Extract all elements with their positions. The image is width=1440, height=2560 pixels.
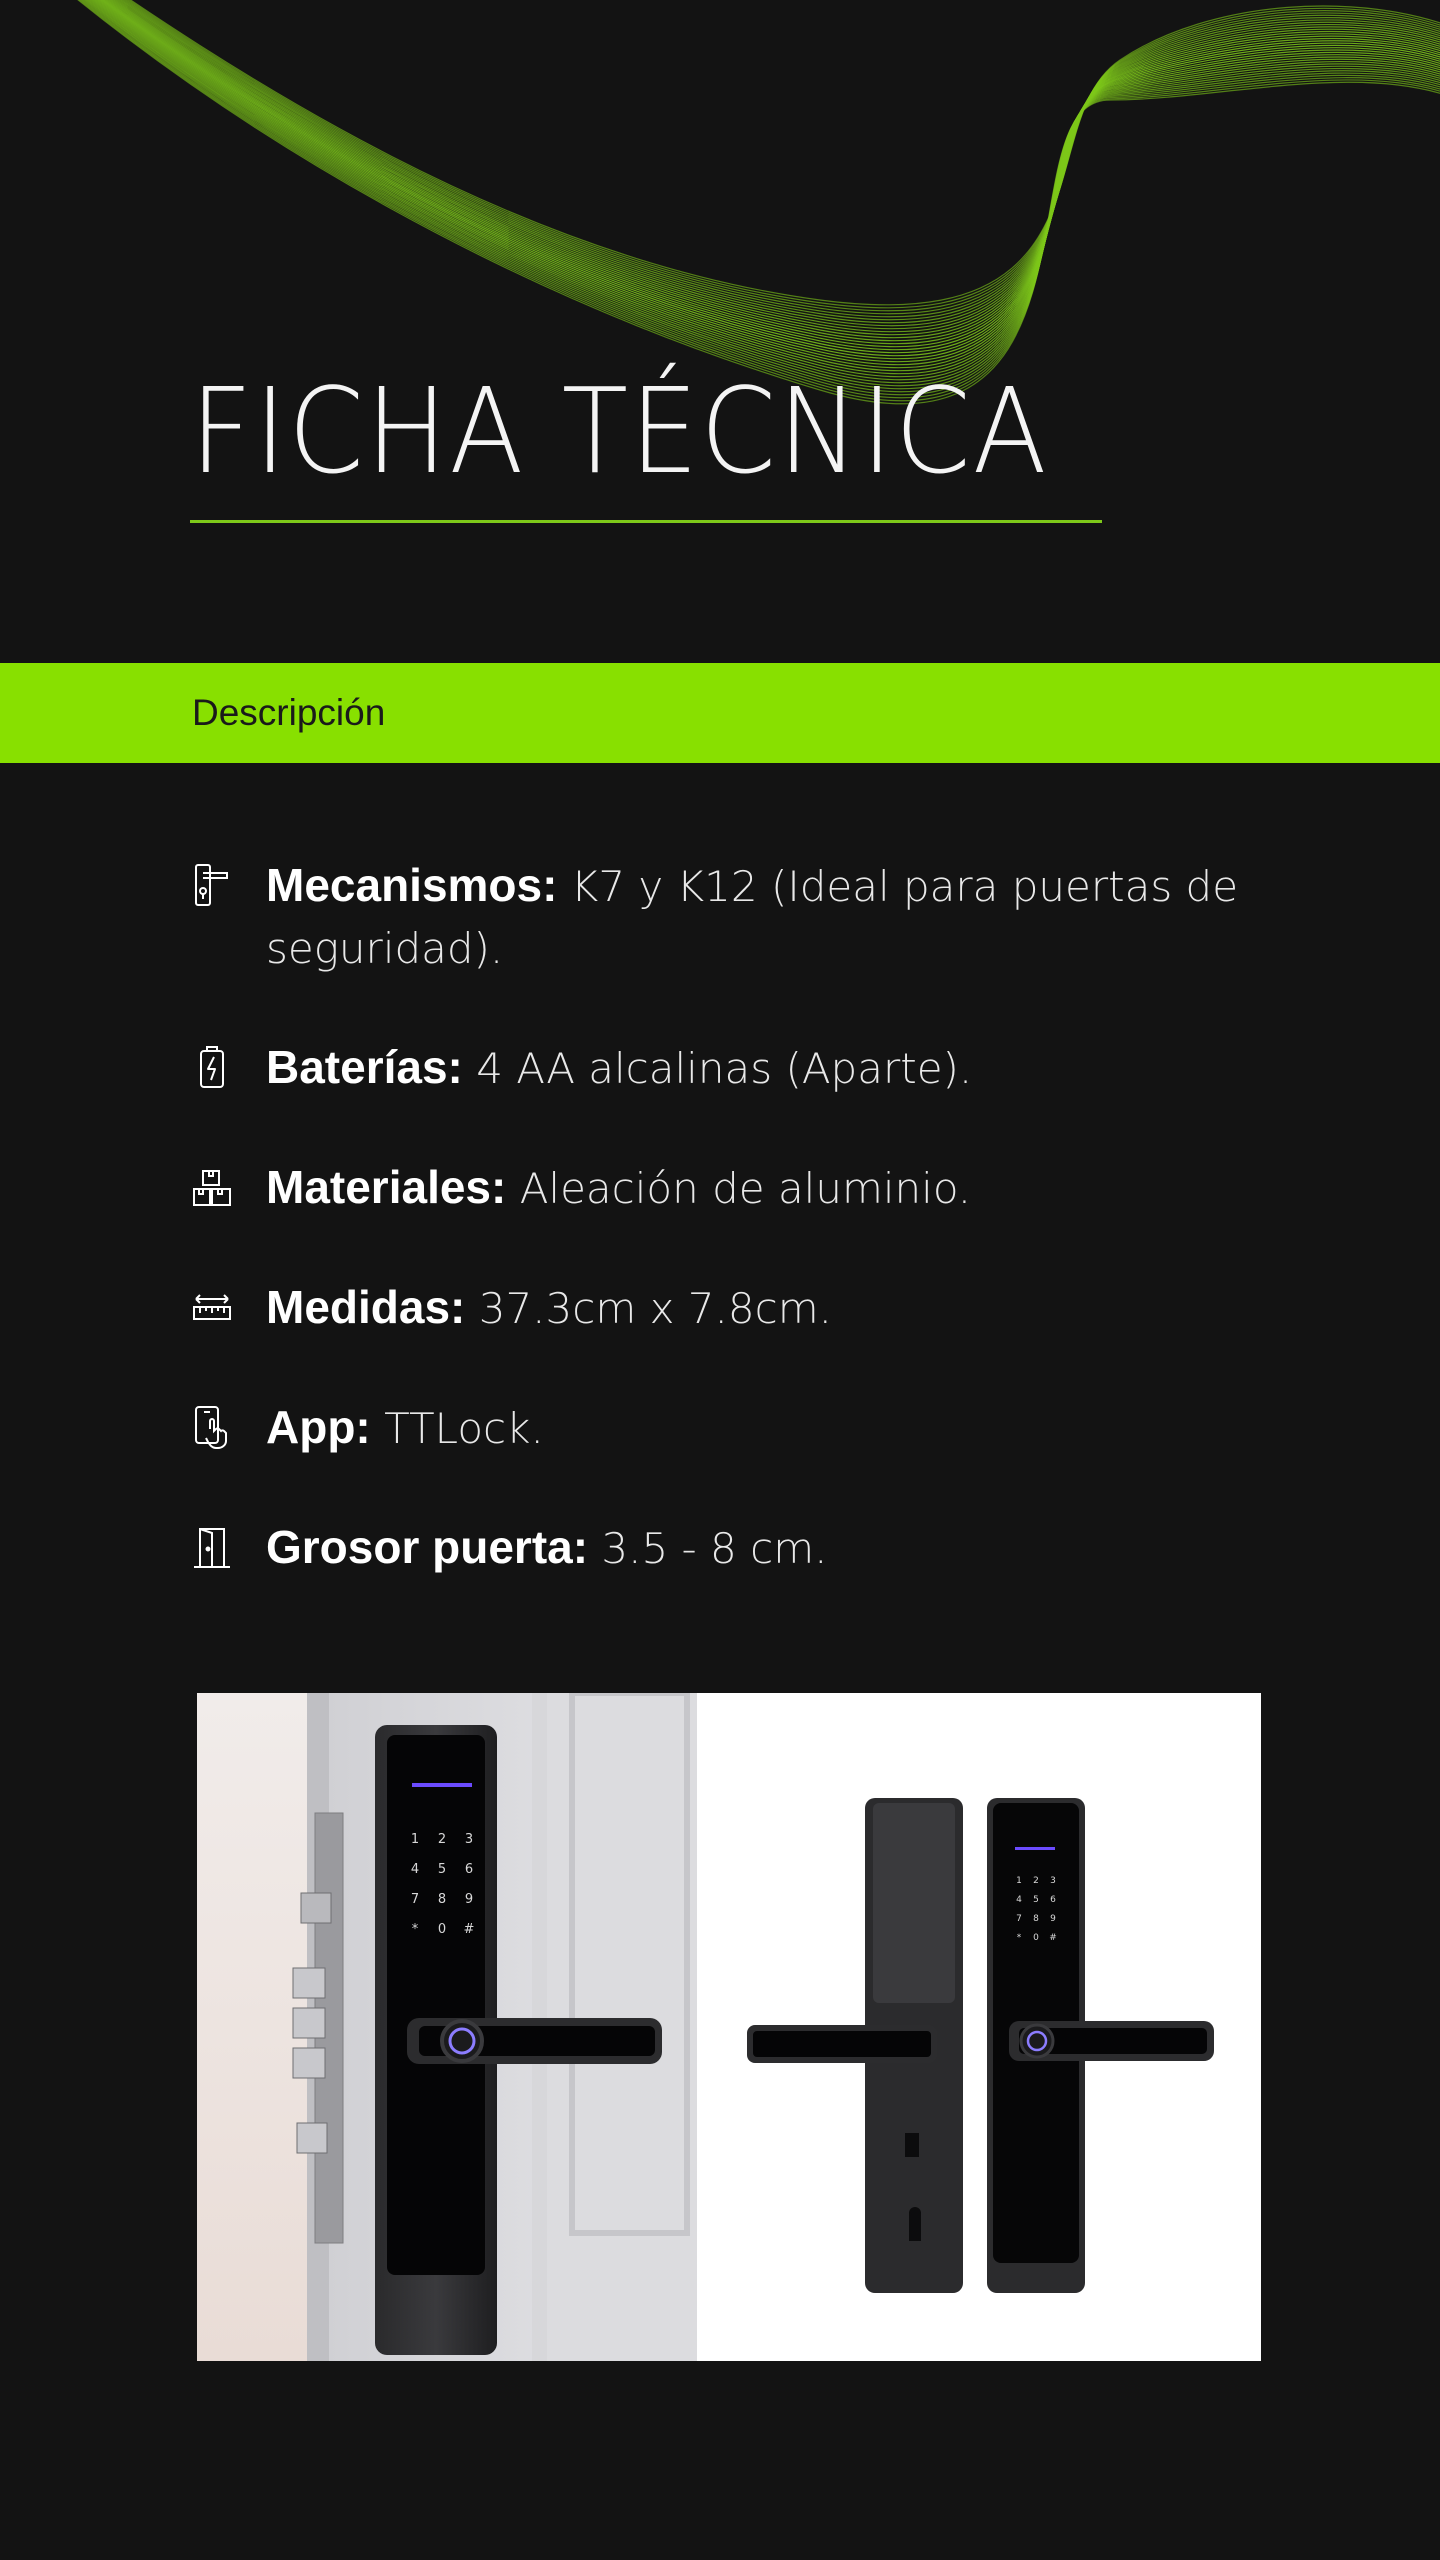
keypad-digit: 7 <box>411 1892 419 1907</box>
wave-line <box>78 0 1440 402</box>
keypad-digit: 2 <box>438 1832 446 1847</box>
spec-value: 3.5 - 8 cm. <box>588 1524 828 1573</box>
keypad-digit: 5 <box>438 1862 446 1877</box>
spec-value: TTLock. <box>370 1404 544 1453</box>
keypad-digit: 3 <box>1050 1876 1056 1886</box>
spec-item-grosor: Grosor puerta: 3.5 - 8 cm. <box>192 1517 1242 1579</box>
phone-touch-icon <box>192 1405 232 1449</box>
spec-item-app: App: TTLock. <box>192 1397 1242 1459</box>
keypad-digit: 8 <box>1033 1914 1039 1924</box>
spec-key: Mecanismos: <box>266 859 558 911</box>
wave-line <box>99 0 1440 360</box>
keypad-digit: 9 <box>465 1892 473 1907</box>
spec-key: Medidas: <box>266 1281 466 1333</box>
spec-key: Materiales: <box>266 1161 507 1213</box>
spec-key: App: <box>266 1401 371 1453</box>
spec-key: Baterías: <box>266 1041 463 1093</box>
spec-value: 4 AA alcalinas (Aparte). <box>462 1044 973 1093</box>
keypad-digit: 0 <box>438 1922 446 1937</box>
keypad-digit: 1 <box>1016 1876 1022 1886</box>
wave-line <box>117 0 1440 327</box>
ruler-icon <box>192 1285 232 1329</box>
spec-item-materiales: Materiales: Aleación de aluminio. <box>192 1157 1242 1219</box>
battery-icon <box>192 1045 232 1089</box>
wave-line <box>124 0 1440 315</box>
wave-line <box>127 0 1440 309</box>
keypad-digit: 7 <box>1016 1914 1022 1924</box>
page-title: FICHA TÉCNICA <box>190 362 1049 500</box>
door-icon <box>192 1525 232 1569</box>
keypad-digit: 5 <box>1033 1895 1039 1905</box>
keypad-digit: * <box>412 1922 419 1937</box>
keypad-digit: 6 <box>1050 1895 1056 1905</box>
materials-boxes-icon <box>192 1165 232 1209</box>
title-underline <box>190 520 1102 523</box>
section-band: Descripción <box>0 663 1440 763</box>
spec-value: Aleación de aluminio. <box>506 1164 972 1213</box>
spec-item-medidas: Medidas: 37.3cm x 7.8cm. <box>192 1277 1242 1339</box>
wave-line <box>100 0 1440 357</box>
spec-item-baterias: Baterías: 4 AA alcalinas (Aparte). <box>192 1037 1242 1099</box>
spec-value: 37.3cm x 7.8cm. <box>465 1284 832 1333</box>
wave-line <box>118 0 1440 324</box>
keypad-digit: * <box>1017 1933 1022 1943</box>
product-image: 1 2 3 4 5 6 7 8 9 * 0 # 1 2 3 4 5 6 7 8 9 * 0 # <box>197 1693 1261 2361</box>
spec-item-mecanismos: Mecanismos: K7 y K12 (Ideal para puertas… <box>192 855 1242 979</box>
keypad-digit: # <box>1049 1933 1057 1943</box>
door-handle-icon <box>192 863 232 907</box>
keypad-digit: 4 <box>1016 1895 1022 1905</box>
keypad-digit: 9 <box>1050 1914 1056 1924</box>
wave-line <box>125 0 1440 312</box>
keypad-digit: 6 <box>465 1862 473 1877</box>
keypad-digit: 0 <box>1033 1933 1039 1943</box>
wave-line <box>115 0 1440 330</box>
spec-list: Mecanismos: K7 y K12 (Ideal para puertas… <box>192 855 1242 1637</box>
wave-line <box>85 0 1440 387</box>
keypad-digit: 3 <box>465 1832 473 1847</box>
keypad-digit: # <box>464 1922 475 1937</box>
keypad-digit: 1 <box>411 1832 419 1847</box>
section-label: Descripción <box>192 692 386 733</box>
keypad-digit: 4 <box>411 1862 419 1877</box>
keypad-digit: 2 <box>1033 1876 1039 1886</box>
spec-key: Grosor puerta: <box>266 1521 589 1573</box>
wave-line <box>102 0 1440 354</box>
wave-line <box>84 0 1440 390</box>
keypad-digit: 8 <box>438 1892 446 1907</box>
